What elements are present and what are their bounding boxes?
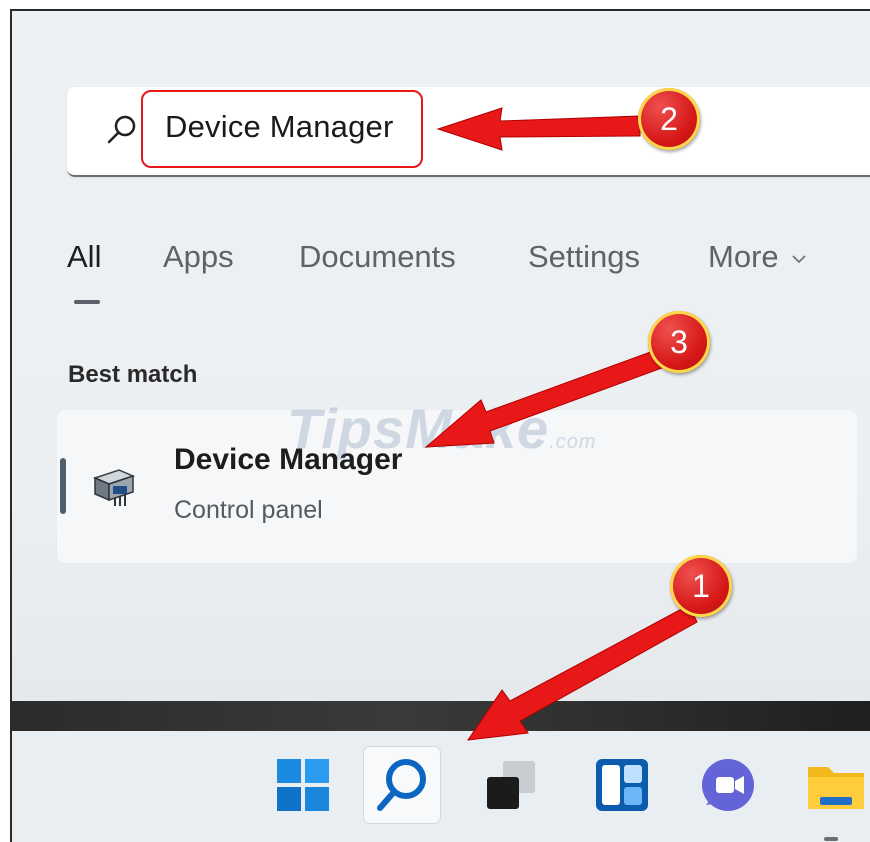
taskbar-search-button[interactable]	[364, 747, 440, 823]
taskbar	[12, 731, 870, 842]
search-highlight-box	[141, 90, 423, 168]
chat-button[interactable]	[692, 747, 768, 823]
annotation-badge-2: 2	[638, 88, 700, 150]
selection-indicator	[60, 458, 66, 514]
watermark-domain: .com	[549, 431, 597, 453]
windows-start-icon	[277, 759, 329, 811]
best-match-heading: Best match	[68, 361, 198, 388]
search-icon	[377, 759, 426, 811]
chevron-down-icon	[792, 255, 806, 263]
file-explorer-icon	[808, 767, 864, 809]
annotation-badge-3: 3	[648, 311, 710, 373]
tab-all[interactable]: All	[67, 239, 101, 275]
teams-chat-icon	[702, 759, 754, 811]
screenshot-frame: Device Manager All Apps Documents Settin…	[10, 9, 870, 842]
desktop-background-strip	[12, 701, 870, 731]
search-icon	[107, 115, 136, 144]
annotation-badge-1: 1	[670, 555, 732, 617]
result-subtitle: Control panel	[174, 496, 323, 524]
tab-settings[interactable]: Settings	[528, 239, 640, 275]
tab-apps[interactable]: Apps	[163, 239, 234, 275]
task-view-button[interactable]	[473, 747, 549, 823]
active-tab-indicator	[74, 300, 100, 304]
watermark: TipsMake.com	[287, 396, 597, 461]
tab-more-label: More	[708, 239, 779, 274]
running-indicator	[824, 837, 838, 841]
widgets-button[interactable]	[584, 747, 660, 823]
search-panel: Device Manager All Apps Documents Settin…	[12, 11, 870, 701]
watermark-text: TipsMake	[287, 397, 550, 460]
task-view-icon	[487, 761, 535, 809]
file-explorer-button[interactable]	[798, 747, 870, 823]
tab-more[interactable]: More	[708, 239, 807, 275]
widgets-icon	[596, 759, 648, 811]
tab-documents[interactable]: Documents	[299, 239, 456, 275]
device-manager-icon	[92, 469, 136, 506]
start-button[interactable]	[265, 747, 341, 823]
